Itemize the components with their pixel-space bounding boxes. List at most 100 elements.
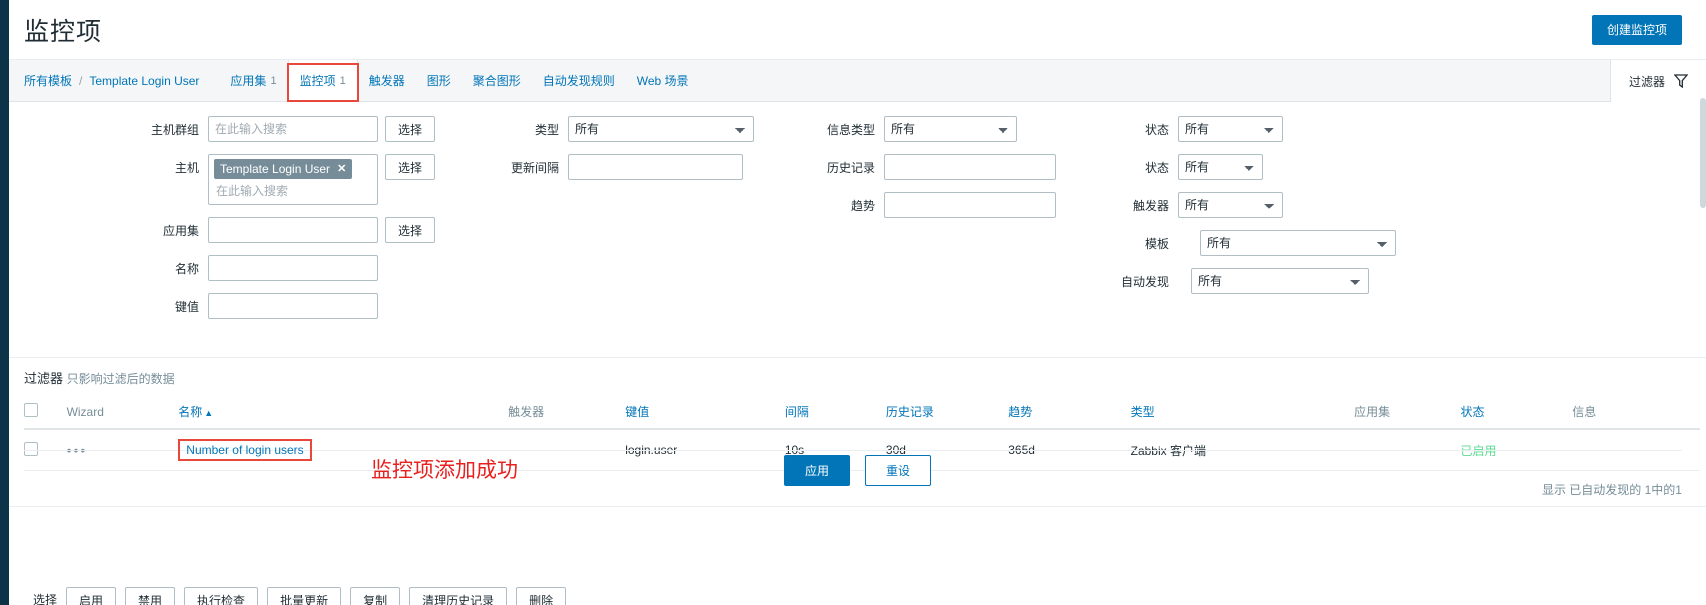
filter-tab[interactable]: 过滤器 <box>1609 60 1706 102</box>
breadcrumb-all-templates[interactable]: 所有模板 <box>24 72 72 89</box>
header-status[interactable]: 状态 <box>1460 395 1573 430</box>
bulk-mass-update-button[interactable]: 批量更新 <box>267 587 342 605</box>
field-host: 主机 Template Login User ✕ 在此输入搜索 选择 <box>24 154 436 205</box>
host-group-label: 主机群组 <box>150 123 199 137</box>
filter-tab-label: 过滤器 <box>1628 74 1665 89</box>
tab-triggers-label: 触发器 <box>368 74 405 88</box>
value-type-select[interactable]: 所有 <box>884 116 1018 142</box>
left-nav-rail <box>0 0 9 605</box>
header-wizard: Wizard <box>66 395 179 430</box>
application-label: 应用集 <box>162 224 199 238</box>
name-input[interactable] <box>208 255 378 281</box>
template-select[interactable]: 所有 <box>1200 230 1397 256</box>
discovery-label: 自动发现 <box>1121 275 1170 289</box>
page-title: 监控项 <box>24 17 103 46</box>
field-discovery: 自动发现 所有 <box>1099 268 1396 294</box>
filter-hint-muted: 只影响过滤后的数据 <box>66 372 175 386</box>
sort-asc-icon: ▲ <box>204 408 214 418</box>
host-label: 主机 <box>174 161 199 175</box>
header-key[interactable]: 键值 <box>625 395 785 430</box>
update-interval-input[interactable] <box>568 154 744 180</box>
header-name-label: 名称 <box>178 405 203 419</box>
field-trends: 趋势 <box>803 192 1057 218</box>
key-input[interactable] <box>208 293 378 319</box>
status-select[interactable]: 所有 <box>1178 116 1284 142</box>
tab-discovery-rules-label: 自动发现规则 <box>542 74 615 88</box>
apply-button[interactable]: 应用 <box>783 455 850 486</box>
application-select-button[interactable]: 选择 <box>385 217 436 243</box>
entity-tabs: 应用集 1 监控项 1 触发器 图形 聚合图形 自动发现规则 Web 场景 <box>219 60 700 102</box>
bulk-copy-button[interactable]: 复制 <box>350 587 401 605</box>
bulk-clear-history-button[interactable]: 清理历史记录 <box>409 587 508 605</box>
header-applications: 应用集 <box>1354 395 1461 430</box>
bulk-enable-button[interactable]: 启用 <box>66 587 117 605</box>
host-group-select-button[interactable]: 选择 <box>385 116 436 142</box>
item-name-link[interactable]: Number of login users <box>186 443 303 457</box>
select-all-checkbox[interactable] <box>24 403 38 417</box>
tab-screens-label: 聚合图形 <box>472 74 521 88</box>
discovery-select[interactable]: 所有 <box>1191 268 1370 294</box>
field-state: 状态 所有 <box>1099 154 1396 180</box>
tab-discovery-rules[interactable]: 自动发现规则 <box>532 60 626 101</box>
item-name-highlight-box: Number of login users <box>178 439 313 461</box>
filter-panel: 主机群组 选择 主机 Template Login User <box>9 102 1706 486</box>
tab-web-scenarios[interactable]: Web 场景 <box>626 60 700 101</box>
header-info: 信息 <box>1572 395 1700 430</box>
create-item-button[interactable]: 创建监控项 <box>1591 14 1682 45</box>
history-input[interactable] <box>884 154 1057 180</box>
field-type: 类型 所有 <box>487 116 755 142</box>
application-input[interactable] <box>208 217 378 243</box>
status-label: 状态 <box>1145 123 1170 137</box>
field-status: 状态 所有 <box>1099 116 1396 142</box>
host-select-button[interactable]: 选择 <box>385 154 436 180</box>
bulk-execute-button[interactable]: 执行检查 <box>184 587 259 605</box>
header-select-all[interactable] <box>24 395 67 430</box>
close-icon[interactable]: ✕ <box>337 161 346 177</box>
tab-graphs[interactable]: 图形 <box>416 60 462 101</box>
host-chip-label: Template Login User <box>220 162 331 176</box>
host-input-placeholder: 在此输入搜索 <box>216 184 289 198</box>
bulk-disable-button[interactable]: 禁用 <box>125 587 176 605</box>
host-group-input[interactable] <box>208 116 378 142</box>
tab-screens[interactable]: 聚合图形 <box>462 60 532 101</box>
field-triggers: 触发器 所有 <box>1099 192 1396 218</box>
app-root: 监控项 创建监控项 所有模板 / Template Login User 应用集… <box>0 0 1706 605</box>
host-multiselect[interactable]: Template Login User ✕ 在此输入搜索 <box>208 154 378 205</box>
trends-input[interactable] <box>884 192 1057 218</box>
header-history[interactable]: 历史记录 <box>885 395 1009 430</box>
filter-column-2: 类型 所有 更新间隔 <box>435 116 755 331</box>
value-type-label: 信息类型 <box>827 123 876 137</box>
breadcrumb: 所有模板 / Template Login User <box>24 60 199 101</box>
field-value-type: 信息类型 所有 <box>803 116 1056 142</box>
bulk-delete-button[interactable]: 删除 <box>516 587 567 605</box>
header-triggers: 触发器 <box>508 395 626 430</box>
field-key: 键值 <box>24 293 435 319</box>
state-select[interactable]: 所有 <box>1178 154 1264 180</box>
tab-triggers[interactable]: 触发器 <box>358 60 416 101</box>
tab-applications[interactable]: 应用集 1 <box>219 60 287 101</box>
field-history: 历史记录 <box>803 154 1057 180</box>
header-type[interactable]: 类型 <box>1130 395 1355 430</box>
type-select[interactable]: 所有 <box>568 116 755 142</box>
tab-items-label: 监控项 <box>299 74 336 88</box>
type-label: 类型 <box>535 123 560 137</box>
tab-items[interactable]: 监控项 1 <box>286 60 359 102</box>
field-template: 模板 所有 <box>1099 230 1397 256</box>
host-chip[interactable]: Template Login User ✕ <box>214 159 353 179</box>
breadcrumb-tabstrip: 所有模板 / Template Login User 应用集 1 监控项 1 触… <box>9 60 1706 102</box>
page-scrollbar[interactable] <box>1700 98 1706 208</box>
filter-column-1: 主机群组 选择 主机 Template Login User <box>9 116 436 331</box>
history-label: 历史记录 <box>827 161 876 175</box>
header-name[interactable]: 名称 ▲ <box>178 395 509 430</box>
funnel-icon <box>1674 74 1688 88</box>
header-trends[interactable]: 趋势 <box>1008 395 1131 430</box>
header-interval[interactable]: 间隔 <box>784 395 886 430</box>
triggers-select[interactable]: 所有 <box>1178 192 1284 218</box>
row-checkbox[interactable] <box>24 441 38 456</box>
filter-hint: 过滤器 只影响过滤后的数据 <box>9 358 1706 395</box>
reset-button[interactable]: 重设 <box>865 455 932 486</box>
field-name: 名称 <box>24 255 435 281</box>
breadcrumb-template-name[interactable]: Template Login User <box>89 74 199 88</box>
field-update-interval: 更新间隔 <box>487 154 754 180</box>
field-application: 应用集 选择 <box>24 217 436 243</box>
